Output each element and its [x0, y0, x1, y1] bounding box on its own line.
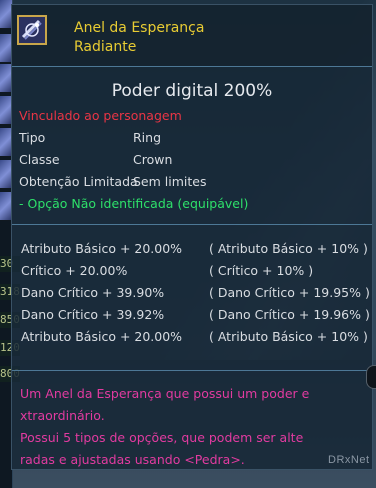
- item-tooltip: Anel da Esperança Radiante Poder digital…: [11, 4, 373, 470]
- property-label-type: Tipo: [19, 130, 46, 145]
- description-line: Um Anel da Esperança que possui um poder…: [20, 386, 310, 401]
- item-title: Anel da Esperança Radiante: [74, 19, 314, 57]
- stat-base: Dano Crítico + 39.92%: [21, 307, 165, 322]
- tooltip-header: Anel da Esperança Radiante: [12, 5, 372, 67]
- property-value-acquisition: Sem limites: [133, 174, 207, 189]
- divider: [12, 370, 372, 371]
- watermark: DRxNet: [328, 454, 370, 466]
- stat-base: Crítico + 20.00%: [21, 263, 128, 278]
- stat-bonus: ( Dano Crítico + 19.96% ): [209, 307, 370, 322]
- item-name-line1: Anel da Esperança: [74, 20, 205, 36]
- property-label-acquisition: Obtenção Limitada: [19, 174, 138, 189]
- description-line: xtraordinário.: [20, 408, 105, 423]
- stat-bonus: ( Atributo Básico + 10% ): [209, 329, 368, 344]
- power-heading: Poder digital 200%: [111, 81, 273, 101]
- description-line: radas e ajustadas usando <Pedra>.: [20, 452, 245, 467]
- option-note: - Opção Não identificada (equipável): [19, 196, 249, 211]
- side-collapse-button[interactable]: [366, 365, 376, 389]
- item-name-line2: Radiante: [74, 39, 137, 55]
- stat-base: Atributo Básico + 20.00%: [21, 329, 183, 344]
- stat-base: Dano Crítico + 39.90%: [21, 285, 165, 300]
- ring-icon: [19, 17, 45, 43]
- property-value-type: Ring: [133, 130, 162, 145]
- item-description: Um Anel da Esperança que possui um poder…: [20, 383, 365, 471]
- stat-bonus: ( Dano Crítico + 19.95% ): [209, 285, 370, 300]
- bound-text: Vinculado ao personagem: [19, 108, 182, 123]
- stat-base: Atributo Básico + 20.00%: [21, 241, 183, 256]
- description-line: Possui 5 tipos de opções, que podem ser …: [20, 430, 304, 445]
- stat-bonus: ( Atributo Básico + 10% ): [209, 241, 368, 256]
- property-value-class: Crown: [133, 152, 173, 167]
- ring-item-icon: [17, 15, 47, 45]
- property-label-class: Classe: [19, 152, 60, 167]
- divider: [12, 224, 372, 225]
- stat-bonus: ( Crítico + 10% ): [209, 263, 314, 278]
- divider: [12, 66, 372, 67]
